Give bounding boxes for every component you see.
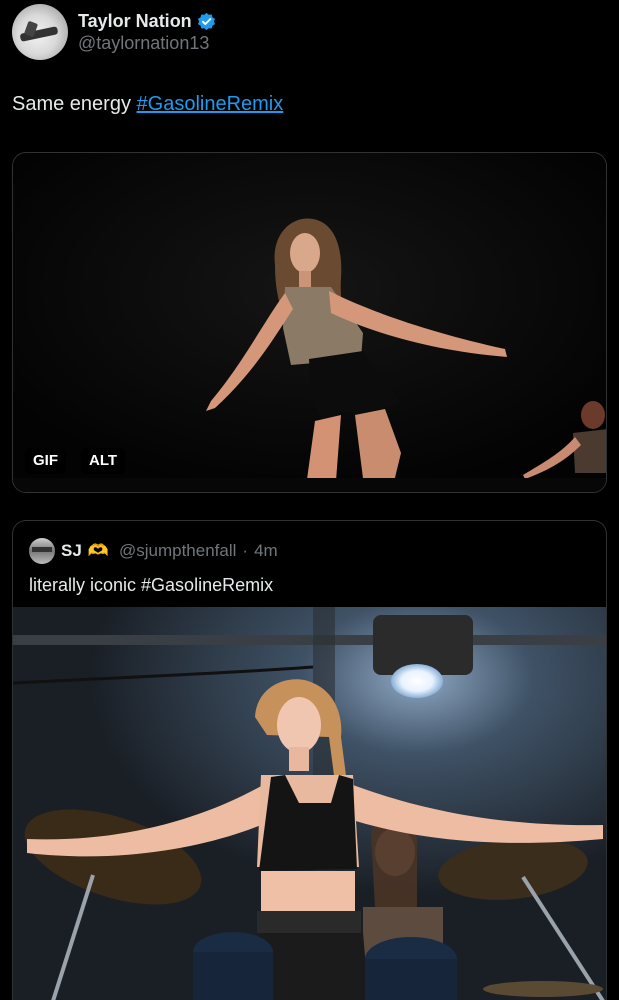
quote-media-photo[interactable] (13, 607, 606, 1000)
quote-timestamp: 4m (254, 541, 278, 560)
quote-photo (13, 607, 606, 1000)
quote-author-handle: @sjumpthenfall (118, 541, 237, 560)
quote-text: literally iconic #GasolineRemix (29, 575, 274, 595)
quote-separator: · (242, 541, 249, 560)
heart-hands-icon: 🫶 (87, 541, 109, 560)
author-name-row: Taylor Nation (78, 11, 216, 32)
tweet-header: Taylor Nation @taylornation13 (12, 4, 607, 60)
author-display-name[interactable]: Taylor Nation (78, 11, 192, 32)
quote-header: SJ 🫶 @sjumpthenfall · 4m (29, 538, 278, 564)
quote-author-avatar (29, 538, 55, 564)
tweet-media-gif[interactable]: GIF ALT (12, 152, 607, 493)
alt-badge[interactable]: ALT (81, 448, 126, 474)
author-names: Taylor Nation @taylornation13 (78, 11, 216, 54)
quote-author-name: SJ (61, 541, 82, 560)
gif-image (13, 153, 606, 492)
quote-tweet[interactable]: SJ 🫶 @sjumpthenfall · 4m literally iconi… (12, 520, 607, 1000)
author-avatar[interactable] (12, 4, 68, 60)
tweet-text: Same energy #GasolineRemix (12, 93, 283, 116)
hashtag-link[interactable]: #GasolineRemix (137, 93, 284, 115)
verified-badge-icon (197, 12, 215, 30)
gif-badge: GIF (25, 448, 66, 474)
author-handle[interactable]: @taylornation13 (78, 33, 216, 54)
tweet-text-body: Same energy (12, 93, 137, 115)
